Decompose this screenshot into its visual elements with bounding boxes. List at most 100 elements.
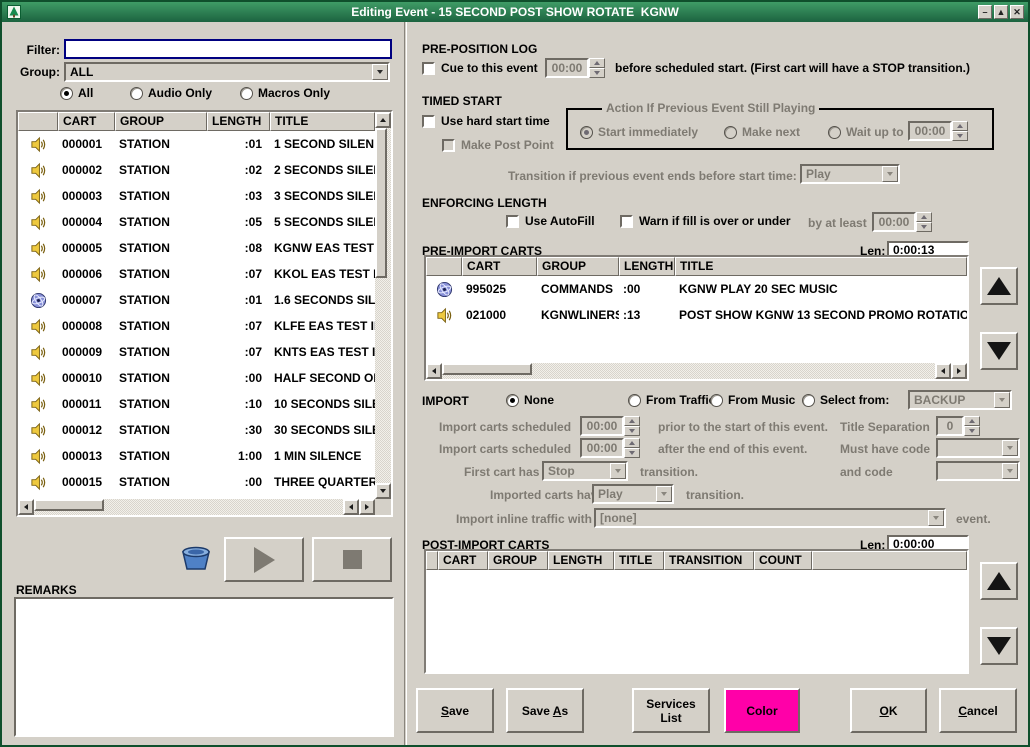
cart-bucket-icon[interactable] — [178, 542, 214, 577]
column-header[interactable]: TRANSITION — [664, 551, 754, 570]
chevron-down-icon[interactable] — [1002, 440, 1018, 456]
play-button[interactable] — [224, 537, 304, 582]
cart-row[interactable]: 000013STATION1:001 MIN SILENCE — [18, 443, 375, 469]
pre-import-body[interactable]: 995025COMMANDS:00KGNW PLAY 20 SEC MUSIC0… — [426, 276, 967, 363]
radio-import-none[interactable] — [506, 394, 519, 407]
column-header[interactable]: TITLE — [675, 257, 967, 276]
spin-up-arrow[interactable] — [624, 438, 640, 448]
scroll-right-arrow[interactable] — [951, 363, 967, 379]
pre-import-move-up-button[interactable] — [980, 267, 1018, 305]
chevron-down-icon[interactable] — [656, 486, 672, 502]
spin-down-arrow[interactable] — [952, 131, 968, 141]
chevron-down-icon[interactable] — [928, 510, 944, 526]
cart-row[interactable]: 000003STATION:033 SECONDS SILEN — [18, 183, 375, 209]
spin-down-arrow[interactable] — [589, 68, 605, 78]
by-at-least-spinbox[interactable]: 00:00 — [872, 212, 932, 232]
hard-start-checkbox[interactable] — [422, 115, 435, 128]
column-header[interactable]: CART — [438, 551, 488, 570]
cart-row[interactable]: 000004STATION:055 SECONDS SILEN — [18, 209, 375, 235]
make-post-point-checkbox[interactable] — [442, 139, 455, 152]
cue-time-spinbox[interactable]: 00:00 — [545, 58, 605, 78]
library-vertical-scrollbar[interactable] — [375, 112, 391, 499]
cart-row[interactable]: 021000KGNWLINERS:13POST SHOW KGNW 13 SEC… — [426, 302, 967, 328]
scroll-track[interactable] — [34, 499, 343, 515]
first-cart-transition-select[interactable]: Stop — [542, 461, 628, 481]
column-header[interactable]: TITLE — [270, 112, 375, 131]
post-import-move-down-button[interactable] — [980, 627, 1018, 665]
column-header[interactable] — [426, 551, 438, 570]
minimize-button[interactable]: – — [978, 5, 992, 19]
scroll-thumb[interactable] — [375, 128, 387, 278]
cart-row[interactable]: 000007STATION:011.6 SECONDS SIL — [18, 287, 375, 313]
services-list-button[interactable]: ServicesList — [632, 688, 710, 733]
post-import-carts-table[interactable]: CARTGROUPLENGTHTITLETRANSITIONCOUNT — [424, 549, 969, 674]
cart-row[interactable]: 000008STATION:07KLFE EAS TEST IN — [18, 313, 375, 339]
spin-down-arrow[interactable] — [916, 222, 932, 232]
scroll-left-arrow[interactable] — [426, 363, 442, 379]
scroll-track[interactable] — [375, 128, 391, 483]
radio-from-music[interactable] — [710, 394, 723, 407]
scroll-track[interactable] — [442, 363, 935, 379]
column-header[interactable]: GROUP — [115, 112, 207, 131]
radio-from-traffic[interactable] — [628, 394, 641, 407]
column-header[interactable]: CART — [58, 112, 115, 131]
column-header[interactable]: COUNT — [754, 551, 812, 570]
inline-traffic-select[interactable]: [none] — [594, 508, 946, 528]
post-import-move-up-button[interactable] — [980, 562, 1018, 600]
title-separation-spinbox[interactable]: 0 — [936, 416, 980, 436]
stop-button[interactable] — [312, 537, 392, 582]
column-header[interactable]: TITLE — [614, 551, 664, 570]
column-header[interactable]: LENGTH — [619, 257, 675, 276]
scroll-thumb[interactable] — [34, 499, 104, 511]
select-from-select[interactable]: BACKUP — [908, 390, 1012, 410]
column-header[interactable]: GROUP — [537, 257, 619, 276]
column-header[interactable] — [18, 112, 58, 131]
cancel-button[interactable]: Cancel — [939, 688, 1017, 733]
column-header[interactable] — [426, 257, 462, 276]
use-autofill-checkbox[interactable] — [506, 215, 519, 228]
spin-up-arrow[interactable] — [916, 212, 932, 222]
cart-row[interactable]: 000009STATION:07KNTS EAS TEST IN — [18, 339, 375, 365]
radio-audio-only[interactable] — [130, 87, 143, 100]
chevron-down-icon[interactable] — [1002, 463, 1018, 479]
ok-button[interactable]: OK — [850, 688, 927, 733]
column-header[interactable]: LENGTH — [548, 551, 614, 570]
cart-row[interactable]: 000012STATION:3030 SECONDS SILE — [18, 417, 375, 443]
sched-after-spinbox[interactable]: 00:00 — [580, 438, 640, 458]
scroll-left-arrow[interactable] — [935, 363, 951, 379]
radio-make-next[interactable] — [724, 126, 737, 139]
library-body[interactable]: 000001STATION:011 SECOND SILEN000002STAT… — [18, 131, 375, 499]
and-code-select[interactable] — [936, 461, 1020, 481]
color-button[interactable]: Color — [724, 688, 800, 733]
transition-select[interactable]: Play — [800, 164, 900, 184]
cart-row[interactable]: 000011STATION:1010 SECONDS SILE — [18, 391, 375, 417]
cart-row[interactable]: 000005STATION:08KGNW EAS TEST — [18, 235, 375, 261]
cart-row[interactable]: 000006STATION:07KKOL EAS TEST IN — [18, 261, 375, 287]
spin-up-arrow[interactable] — [589, 58, 605, 68]
chevron-down-icon[interactable] — [882, 166, 898, 182]
close-button[interactable]: ✕ — [1010, 5, 1024, 19]
cart-library-table[interactable]: CARTGROUPLENGTHTITLE 000001STATION:011 S… — [16, 110, 393, 517]
column-header[interactable]: LENGTH — [207, 112, 270, 131]
post-import-body[interactable] — [426, 570, 967, 672]
cart-row[interactable]: 000001STATION:011 SECOND SILEN — [18, 131, 375, 157]
cart-row[interactable]: 000015STATION:00THREE QUARTER — [18, 469, 375, 495]
titlebar[interactable]: Editing Event - 15 SECOND POST SHOW ROTA… — [2, 2, 1028, 22]
scroll-left-arrow[interactable] — [343, 499, 359, 515]
pre-import-horizontal-scrollbar[interactable] — [426, 363, 967, 379]
cart-row[interactable]: 995025COMMANDS:00KGNW PLAY 20 SEC MUSIC — [426, 276, 967, 302]
cart-row[interactable]: 000010STATION:00HALF SECOND OF — [18, 365, 375, 391]
scroll-left-arrow[interactable] — [18, 499, 34, 515]
scroll-up-arrow[interactable] — [375, 112, 391, 128]
warn-fill-checkbox[interactable] — [620, 215, 633, 228]
cart-row[interactable]: 000002STATION:022 SECONDS SILEN — [18, 157, 375, 183]
radio-wait-up-to[interactable] — [828, 126, 841, 139]
cue-to-event-checkbox[interactable] — [422, 62, 435, 75]
scroll-right-arrow[interactable] — [359, 499, 375, 515]
must-have-code-select[interactable] — [936, 438, 1020, 458]
group-select[interactable]: ALL — [64, 62, 390, 82]
sched-prior-spinbox[interactable]: 00:00 — [580, 416, 640, 436]
radio-macros-only[interactable] — [240, 87, 253, 100]
scroll-down-arrow[interactable] — [375, 483, 391, 499]
spin-up-arrow[interactable] — [952, 121, 968, 131]
